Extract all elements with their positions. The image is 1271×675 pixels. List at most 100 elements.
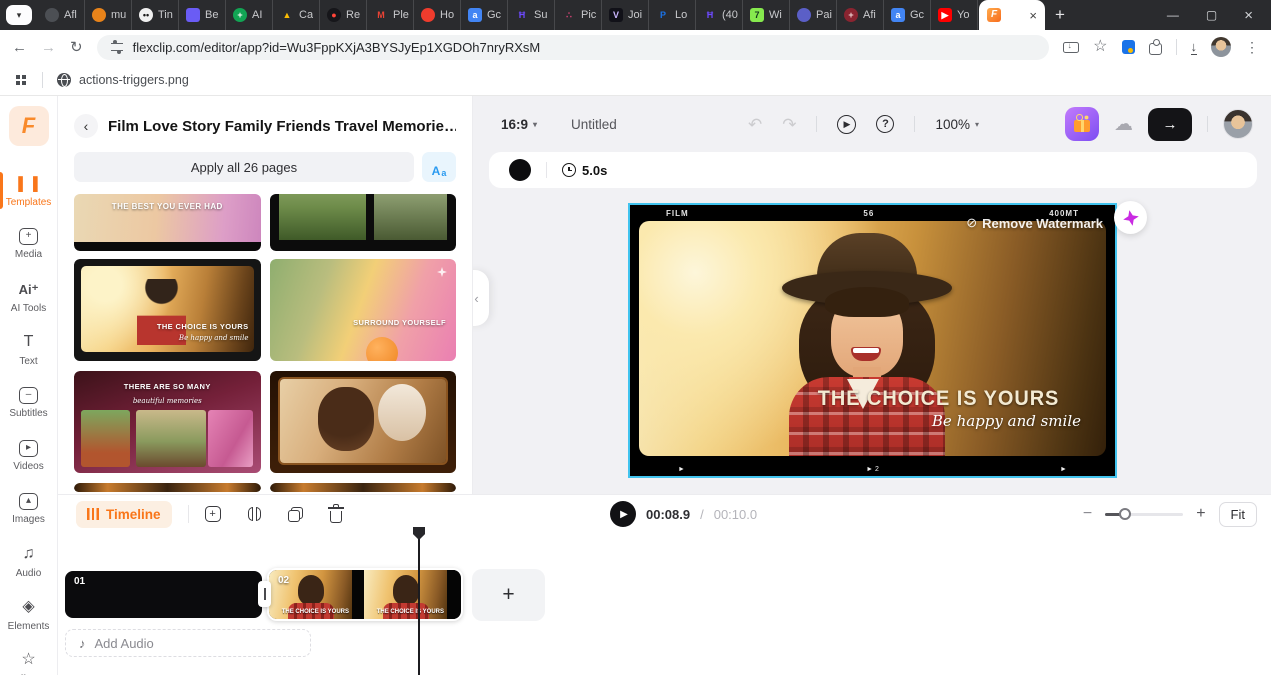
- template-thumbnail[interactable]: THERE ARE SO MANY beautiful memories: [74, 371, 261, 473]
- canvas-subtitle-text[interactable]: Be happy and smile: [805, 412, 1081, 430]
- browser-profile-avatar[interactable]: [1211, 37, 1231, 57]
- extensions-icon[interactable]: [1148, 39, 1162, 55]
- downloads-icon[interactable]: ↓: [1190, 40, 1197, 55]
- browser-toolbar: ← → ↻ flexclip.com/editor/app?id=Wu3FppK…: [0, 30, 1271, 64]
- clip-duration-value[interactable]: 5.0s: [582, 163, 607, 178]
- aspect-ratio-select[interactable]: 16:9 ▾: [501, 117, 537, 132]
- browser-tab[interactable]: Be: [179, 0, 226, 30]
- template-thumbnail[interactable]: THE BEST YOU EVER HAD: [74, 194, 261, 251]
- tab-close-icon[interactable]: ×: [1029, 9, 1037, 22]
- sidebar-item[interactable]: ☆ Effects: [0, 641, 57, 675]
- add-scene-button[interactable]: +: [472, 569, 545, 621]
- delete-icon[interactable]: [328, 503, 345, 523]
- browser-tab[interactable]: ● Re: [320, 0, 367, 30]
- template-thumbnail[interactable]: [269, 371, 456, 473]
- apps-grid-icon[interactable]: [16, 75, 20, 79]
- browser-tab[interactable]: a Gc: [461, 0, 508, 30]
- cloud-sync-icon[interactable]: ☁: [1114, 113, 1133, 136]
- back-icon[interactable]: ←: [12, 40, 27, 55]
- export-button[interactable]: →: [1148, 107, 1192, 141]
- apply-all-pages-button[interactable]: Apply all 26 pages: [74, 152, 414, 182]
- add-clip-icon[interactable]: +: [204, 506, 221, 522]
- split-icon[interactable]: [247, 507, 262, 521]
- password-manager-icon[interactable]: [1121, 40, 1135, 54]
- reload-icon[interactable]: ↻: [70, 40, 83, 55]
- sidebar-item[interactable]: ♫ Audio: [0, 535, 57, 588]
- window-maximize-button[interactable]: ▢: [1206, 8, 1217, 22]
- slider-thumb[interactable]: [1118, 508, 1131, 520]
- browser-tab[interactable]: 7 Wi: [743, 0, 790, 30]
- canvas-title-text[interactable]: THE CHOICE IS YOURS: [817, 387, 1059, 411]
- canvas-zoom-select[interactable]: 100% ▾: [935, 117, 979, 132]
- address-bar[interactable]: flexclip.com/editor/app?id=Wu3FppKXjA3BY…: [96, 34, 1050, 60]
- browser-tab[interactable]: Ħ Su: [508, 0, 555, 30]
- template-thumbnail[interactable]: [74, 483, 261, 492]
- sidebar-item[interactable]: ◈ Elements: [0, 588, 57, 641]
- play-button[interactable]: ▶: [610, 501, 636, 527]
- sidebar-item[interactable]: ▴ Images: [0, 482, 57, 535]
- send-to-device-icon[interactable]: [1063, 41, 1080, 53]
- redo-icon[interactable]: ↷: [782, 116, 796, 133]
- browser-tab[interactable]: ▲ Ca: [273, 0, 320, 30]
- bookmark-star-icon[interactable]: ☆: [1093, 39, 1107, 55]
- template-thumbnail[interactable]: SURROUND YOURSELF: [269, 259, 456, 361]
- browser-tab[interactable]: •• Tin: [132, 0, 179, 30]
- background-color-swatch[interactable]: [509, 159, 531, 181]
- sidebar-item[interactable]: ▸ Videos: [0, 429, 57, 482]
- bookmark-item[interactable]: actions-triggers.png: [57, 72, 189, 87]
- site-settings-icon[interactable]: [110, 40, 123, 54]
- timeline-clip-01[interactable]: 01: [65, 571, 262, 618]
- sidebar-item[interactable]: Ai⁺ AI Tools: [0, 270, 57, 323]
- ai-assistant-button[interactable]: [1114, 201, 1147, 234]
- browser-tab[interactable]: Pai: [790, 0, 837, 30]
- browser-tab[interactable]: a Gc: [884, 0, 931, 30]
- new-tab-button[interactable]: +: [1055, 5, 1065, 25]
- timeline-zoom-slider[interactable]: [1105, 508, 1184, 520]
- window-minimize-button[interactable]: —: [1167, 8, 1179, 22]
- duplicate-icon[interactable]: [288, 506, 304, 522]
- browser-tab[interactable]: mu: [85, 0, 132, 30]
- forward-icon[interactable]: →: [41, 40, 56, 55]
- timeline-tab[interactable]: Timeline: [76, 500, 172, 528]
- browser-menu-icon[interactable]: ⋮: [1245, 40, 1259, 54]
- video-canvas[interactable]: FILM 56 400MT ⊘ Remove Watermark THE CHO…: [628, 203, 1117, 478]
- browser-tab[interactable]: ▶ Yo: [931, 0, 978, 30]
- template-thumbnail[interactable]: [269, 194, 456, 251]
- translate-button[interactable]: Aa: [422, 152, 456, 182]
- url-text[interactable]: flexclip.com/editor/app?id=Wu3FppKXjA3BY…: [133, 40, 541, 55]
- fit-button[interactable]: Fit: [1218, 501, 1257, 527]
- template-thumbnail[interactable]: [269, 483, 456, 492]
- browser-tab[interactable]: Afl: [38, 0, 85, 30]
- browser-tab-active-flexclip[interactable]: F ×: [979, 0, 1045, 30]
- tab-search-button[interactable]: ▾: [6, 5, 32, 25]
- canvas-text-overlay[interactable]: THE CHOICE IS YOURS Be happy and smile: [805, 387, 1081, 430]
- project-name[interactable]: Untitled: [571, 117, 617, 132]
- sidebar-item[interactable]: – Subtitles: [0, 376, 57, 429]
- zoom-in-icon[interactable]: +: [1196, 505, 1205, 523]
- help-icon[interactable]: ?: [876, 115, 895, 133]
- timeline-clip-02-selected[interactable]: 02 THE CHOICE IS YOURS THE CHOICE IS YOU…: [267, 568, 463, 621]
- preview-icon[interactable]: ▶: [837, 114, 857, 134]
- browser-tab[interactable]: P Lo: [649, 0, 696, 30]
- browser-tab[interactable]: M Ple: [367, 0, 414, 30]
- remove-watermark-button[interactable]: ⊘ Remove Watermark: [966, 215, 1103, 231]
- browser-tab[interactable]: + AI: [226, 0, 273, 30]
- template-thumbnail[interactable]: THE CHOICE IS YOURS Be happy and smile: [74, 259, 261, 361]
- sidebar-item[interactable]: ▌▐ Templates: [0, 164, 57, 217]
- browser-tab[interactable]: ∴ Pic: [555, 0, 602, 30]
- back-button[interactable]: ‹: [74, 114, 98, 138]
- window-close-button[interactable]: ×: [1244, 7, 1253, 24]
- flexclip-logo[interactable]: F: [8, 106, 49, 146]
- add-audio-button[interactable]: ♪ Add Audio: [65, 629, 311, 657]
- rewards-gift-button[interactable]: [1065, 107, 1099, 141]
- transition-handle[interactable]: [258, 581, 271, 607]
- zoom-out-icon[interactable]: −: [1083, 505, 1092, 523]
- browser-tab[interactable]: + Afi: [837, 0, 884, 30]
- browser-tab[interactable]: V Joi: [602, 0, 649, 30]
- browser-tab[interactable]: Ħ (40: [696, 0, 743, 30]
- sidebar-item[interactable]: + Media: [0, 217, 57, 270]
- sidebar-item[interactable]: T Text: [0, 323, 57, 376]
- user-avatar[interactable]: [1223, 109, 1253, 139]
- browser-tab[interactable]: Ho: [414, 0, 461, 30]
- undo-icon[interactable]: ↶: [748, 116, 762, 133]
